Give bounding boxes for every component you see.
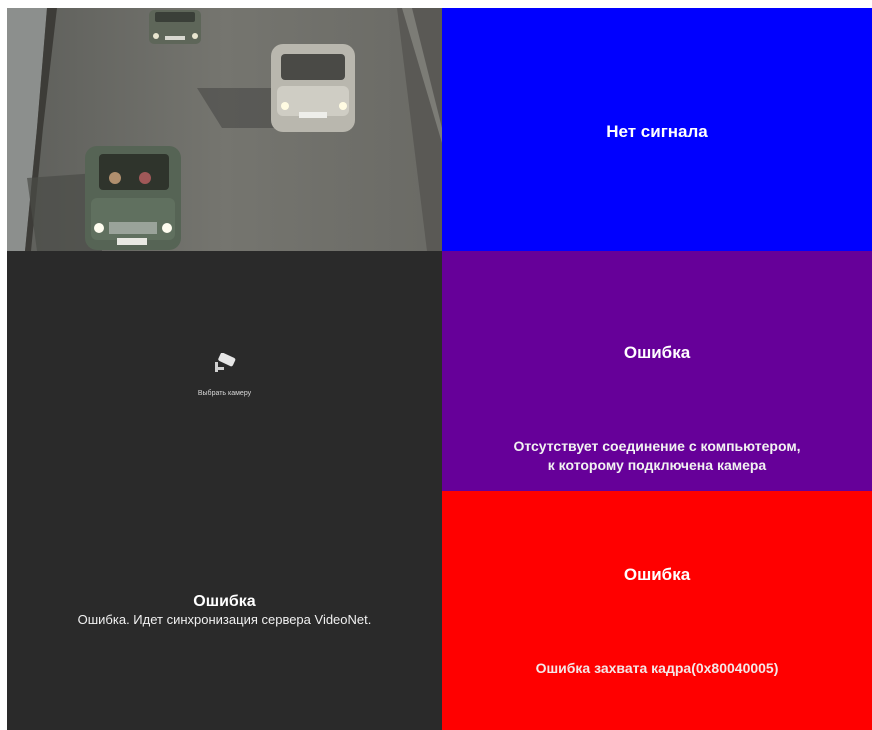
camera-icon[interactable] [212, 353, 238, 375]
error-title: Ошибка [193, 593, 256, 610]
camera-grid: Нет сигнала Выбрать камеру Ошибка Отсутс… [7, 8, 872, 730]
error-message-line1: Отсутствует соединение с компьютером, [513, 438, 801, 454]
camera-tile-live-feed[interactable] [7, 8, 442, 251]
car-suv [271, 44, 355, 132]
camera-tile-select[interactable]: Выбрать камеру [7, 251, 442, 491]
car-far [149, 10, 201, 44]
camera-feed-image [7, 8, 442, 251]
camera-tile-no-signal[interactable]: Нет сигнала [442, 8, 872, 251]
error-title: Ошибка [623, 565, 691, 584]
select-camera-label[interactable]: Выбрать камеру [7, 390, 442, 397]
error-title: Ошибка [623, 343, 691, 362]
no-signal-title: Нет сигнала [606, 122, 708, 141]
error-message: Ошибка захвата кадра(0x80040005) [535, 660, 779, 676]
camera-tile-connection-error[interactable]: Ошибка Отсутствует соединение с компьюте… [442, 251, 872, 491]
camera-tile-capture-error[interactable]: Ошибка Ошибка захвата кадра(0x80040005) [442, 491, 872, 730]
camera-tile-sync-error[interactable]: Ошибка Ошибка. Идет синхронизация сервер… [7, 491, 442, 730]
error-message-line2: к которому подключена камера [547, 457, 767, 473]
error-message: Ошибка. Идет синхронизация сервера Video… [77, 612, 372, 627]
car-sedan [85, 146, 181, 250]
